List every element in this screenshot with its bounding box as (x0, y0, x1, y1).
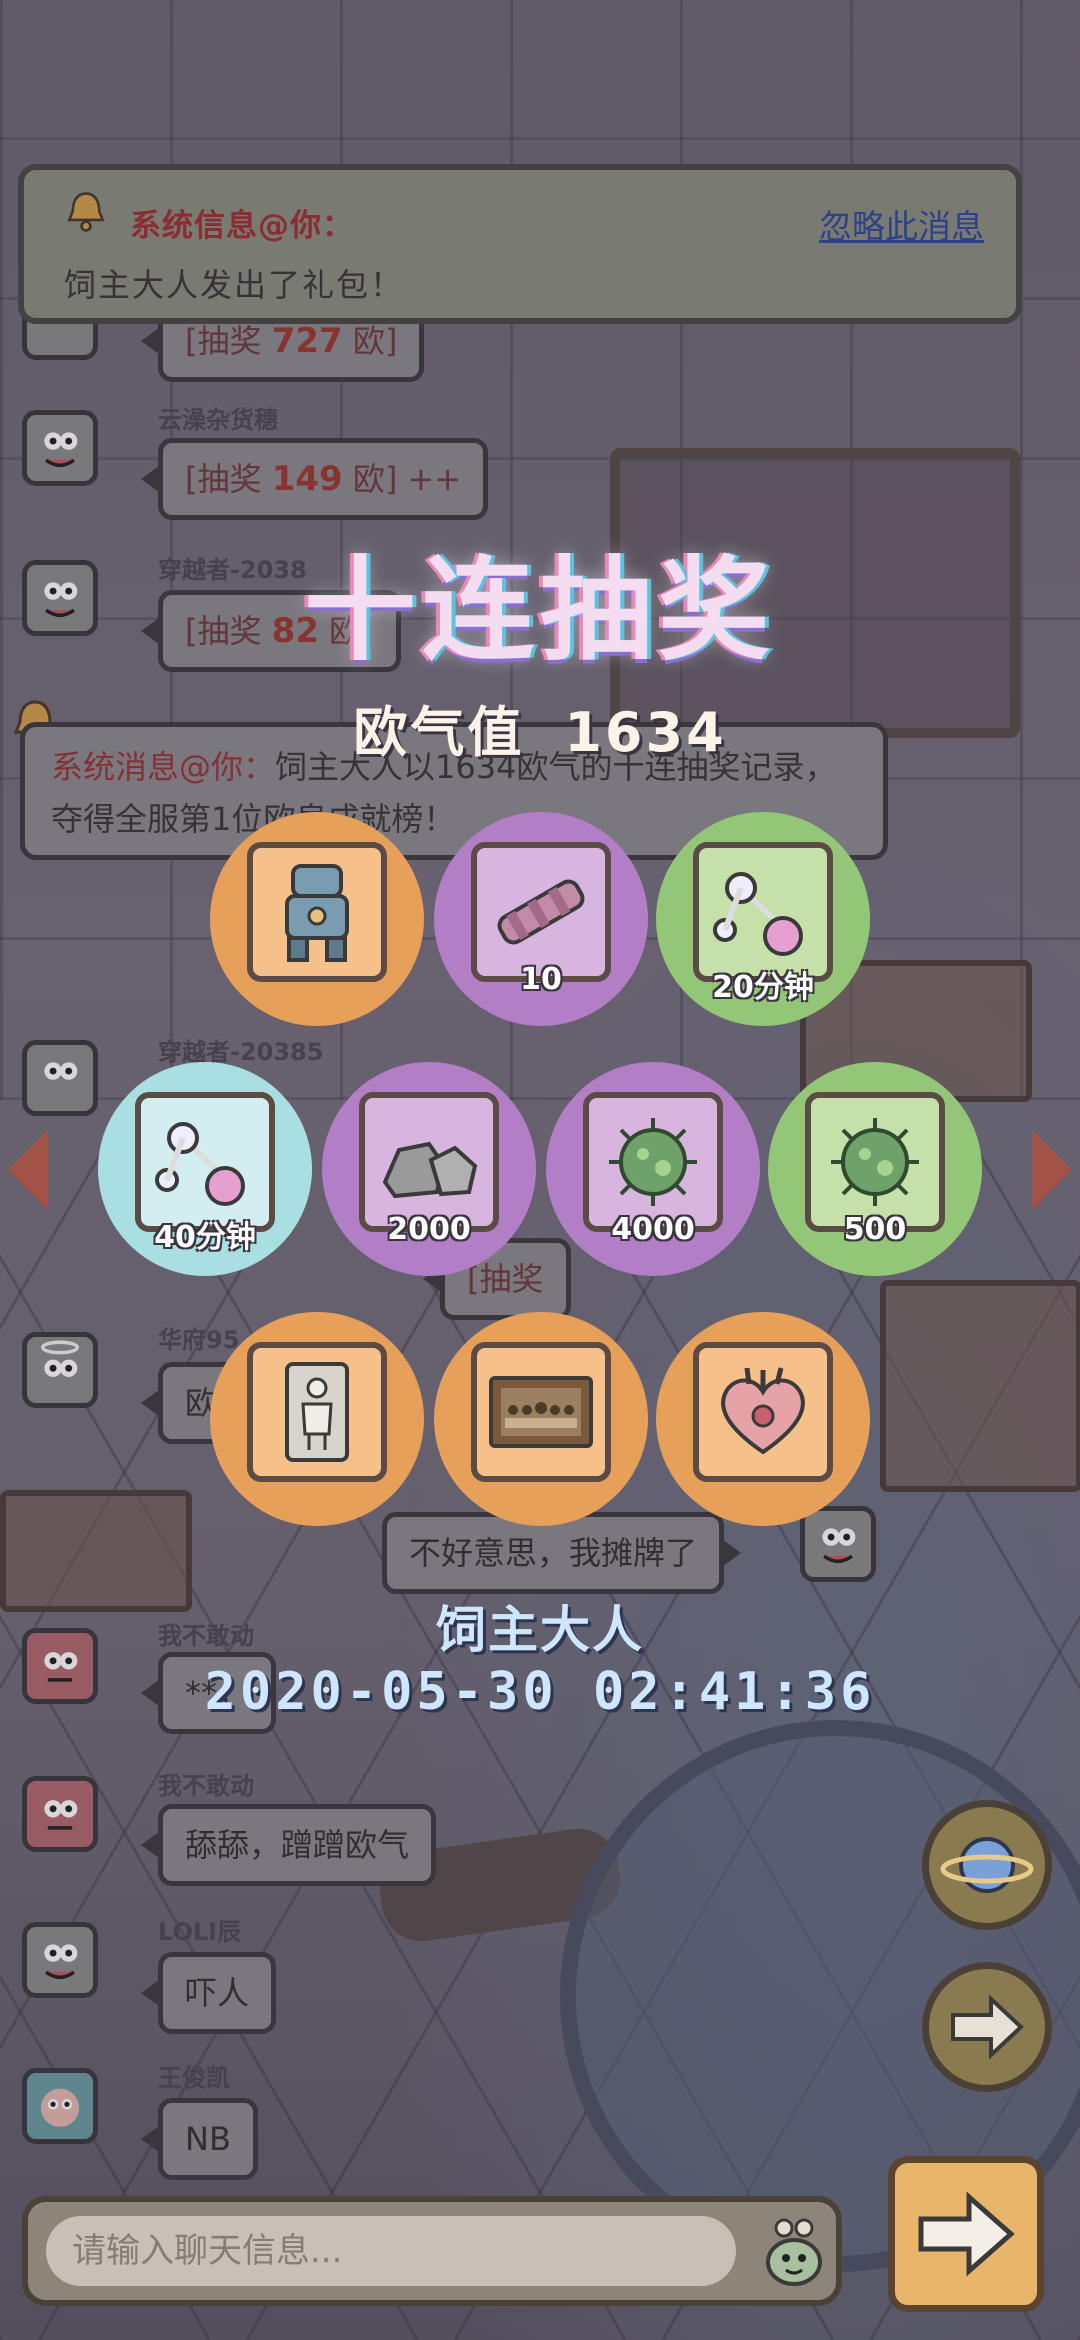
notification-banner[interactable]: 系统信息@你： 饲主大人发出了礼包！ 忽略此消息 (18, 164, 1022, 324)
painting-icon (489, 1376, 593, 1448)
stone-icon (382, 1141, 478, 1199)
avatar[interactable] (22, 2068, 98, 2144)
emoji-icon[interactable] (758, 2214, 830, 2288)
chat-username: 王俊凯 (158, 2064, 230, 2092)
prize-item[interactable] (210, 1312, 424, 1526)
avatar[interactable] (22, 1040, 98, 1116)
chat-input-bar (22, 2196, 842, 2306)
chat-username: LOLI辰 (158, 1918, 242, 1946)
send-button[interactable] (888, 2156, 1044, 2312)
avatar[interactable] (22, 1332, 98, 1408)
chat-bubble: [抽奖 149 欧] ++ (140, 438, 489, 520)
prize-item[interactable]: 20分钟 (656, 812, 870, 1026)
chat-bubble: 舔舔，蹭蹭欧气 (140, 1804, 437, 1886)
draw-result-title: 十连抽奖 (304, 546, 776, 676)
prize-item[interactable]: 4000 (546, 1062, 760, 1276)
virus-icon (609, 1118, 697, 1206)
heart-organ-icon (721, 1367, 805, 1455)
prize-quantity: 2000 (387, 1212, 471, 1247)
chat-username: 云澡杂货穗 (158, 406, 278, 434)
draw-datetime: 2020-05-30 02:41:36 (204, 1662, 876, 1722)
prize-item[interactable] (434, 1312, 648, 1526)
luck-label: 欧气值 (353, 701, 525, 764)
prize-quantity: 20分钟 (712, 970, 814, 1005)
planet-icon (940, 1837, 1034, 1893)
chat-username: 我不敢动 (158, 1772, 254, 1800)
banner-title: 系统信息@你： (130, 208, 354, 244)
prize-item[interactable]: 40分钟 (98, 1062, 312, 1276)
avatar[interactable] (22, 1922, 98, 1998)
prize-quantity: 500 (843, 1212, 907, 1247)
arrow-right-icon (951, 1994, 1024, 2060)
prize-item[interactable]: 2000 (322, 1062, 536, 1276)
send-arrow-icon (918, 2191, 1015, 2277)
prize-quantity: 4000 (611, 1212, 695, 1247)
next-arrow-icon[interactable] (1032, 1130, 1072, 1210)
telescope-icon (497, 879, 585, 945)
forward-button[interactable] (922, 1962, 1052, 2092)
prev-arrow-icon[interactable] (8, 1130, 48, 1210)
chat-username: 穿越者-20385 (158, 1038, 324, 1066)
winner-name: 饲主大人 (436, 1601, 644, 1659)
chat-username: 华府95 (158, 1326, 240, 1354)
prize-quantity: 40分钟 (154, 1220, 256, 1255)
ignore-message-link[interactable]: 忽略此消息 (819, 200, 984, 248)
prize-quantity: 10 (520, 962, 562, 997)
prize-item[interactable]: 500 (768, 1062, 982, 1276)
potion-icon (713, 872, 803, 956)
chat-input[interactable] (46, 2216, 736, 2286)
sculpture-icon (285, 1362, 349, 1462)
avatar[interactable] (800, 1506, 876, 1582)
chat-bubble: 吓人 (140, 1952, 277, 2034)
bell-icon (67, 192, 105, 232)
planet-button[interactable] (922, 1800, 1052, 1930)
prize-item[interactable] (656, 1312, 870, 1526)
luck-value: 1634 (564, 701, 727, 764)
luck-value-row: 欧气值 1634 (0, 688, 1080, 767)
prize-item[interactable]: 10 (434, 812, 648, 1026)
chat-bubble: NB (141, 2098, 258, 2180)
prize-item[interactable] (210, 812, 424, 1026)
banner-message: 饲主大人发出了礼包！ (64, 266, 405, 304)
crate-prop (880, 1280, 1080, 1492)
robot-armor-icon (285, 864, 349, 962)
avatar[interactable] (22, 1776, 98, 1852)
potion-icon (155, 1122, 245, 1206)
virus-icon (831, 1118, 919, 1206)
avatar[interactable] (22, 410, 98, 486)
